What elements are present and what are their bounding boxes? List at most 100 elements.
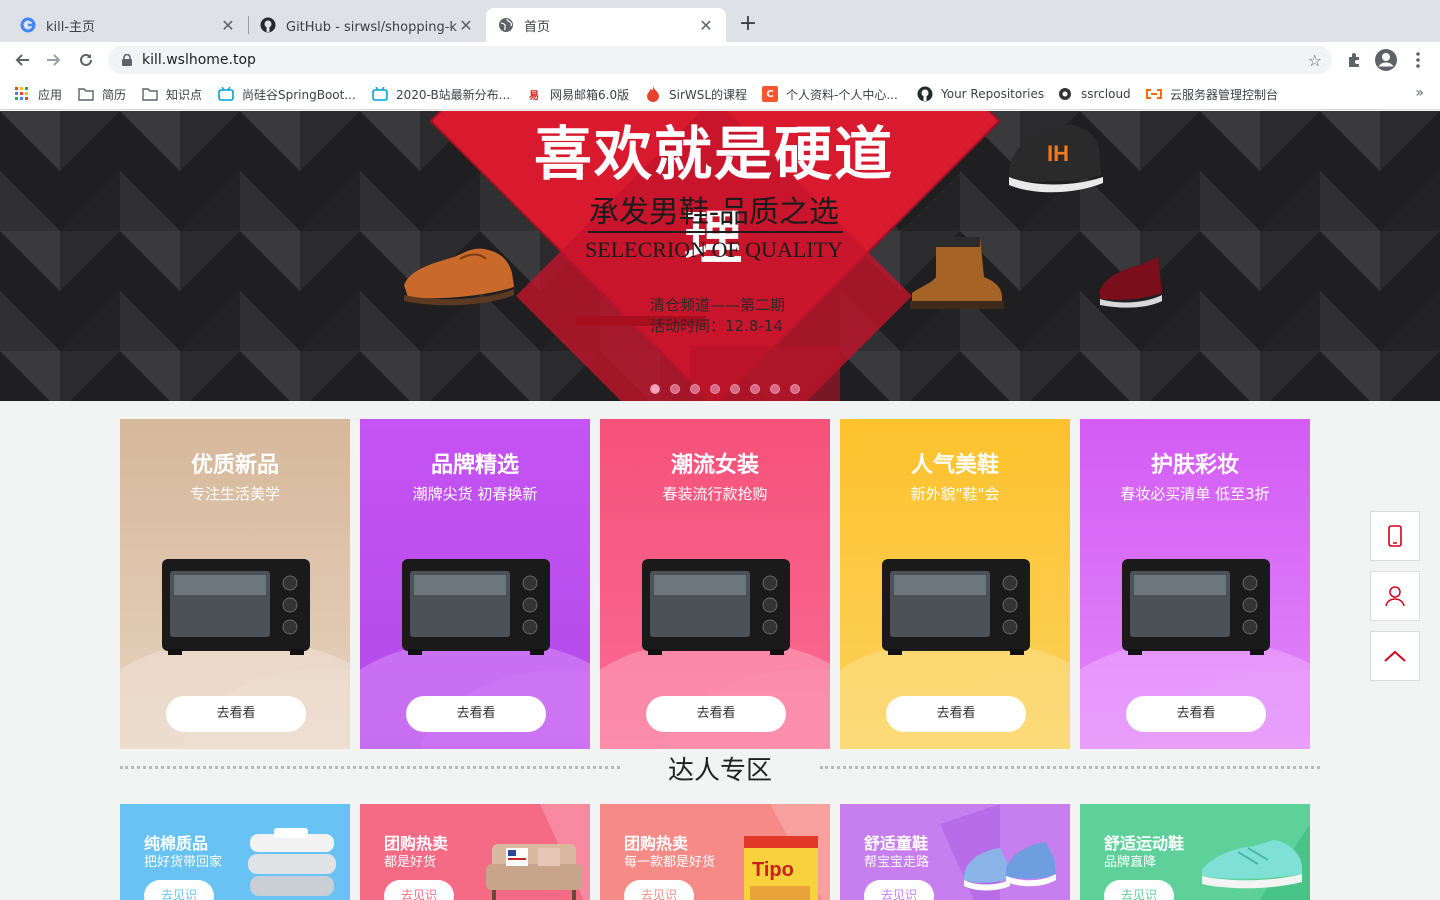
bookmark-csdn-profile[interactable]: C 个人资料-个人中心... [762, 84, 898, 104]
github-icon [917, 86, 933, 102]
category-card-new-products[interactable]: 优质新品 专注生活美学 去看看 [120, 419, 350, 749]
extensions-puzzle-icon[interactable] [1342, 48, 1366, 72]
go-see-button[interactable]: 去看看 [886, 696, 1026, 732]
bookmark-label: 云服务器管理控制台 [1170, 87, 1279, 102]
aliyun-icon [1146, 86, 1162, 102]
bilibili-icon [218, 86, 234, 102]
category-title: 护肤彩妆 [1150, 453, 1239, 478]
tile-group-buy-snacks[interactable]: 团购热卖 每一款都是好货 去见识 Tipo [600, 804, 830, 900]
tile-sports-shoes[interactable]: 舒适运动鞋 品牌直降 去见识 [1080, 804, 1310, 900]
mobile-icon [1388, 525, 1402, 547]
netease-icon: 易 [529, 90, 539, 102]
bookmark-ssrcloud[interactable]: ssrcloud [1057, 84, 1131, 104]
tile-subtitle: 每一款都是好货 [624, 855, 716, 870]
side-back-to-top-button[interactable] [1370, 631, 1420, 681]
towels-image [248, 828, 336, 896]
bookmark-springboot[interactable]: 尚硅谷SpringBoot... [218, 84, 356, 104]
category-card-skincare-makeup[interactable]: 护肤彩妆 春妆必买清单 低至3折 去看看 [1080, 419, 1310, 749]
banner-info-line: 清仓频道——第二期 [650, 296, 786, 314]
bookmarks-overflow-chevron-icon[interactable]: » [1415, 85, 1424, 101]
menu-kebab-icon[interactable] [1406, 48, 1430, 72]
banner-english-subtitle: SELECRION OF QUALITY [585, 237, 843, 262]
toaster-oven-image [402, 559, 550, 655]
tile-kids-shoes[interactable]: 舒适童鞋 帮宝宝走路 去见识 [840, 804, 1070, 900]
bookmark-sirwsl-course[interactable]: SirWSL的课程 [645, 84, 747, 104]
category-card-popular-shoes[interactable]: 人气美鞋 新外貌"鞋"会 去看看 [840, 419, 1070, 749]
bookmark-label: 尚硅谷SpringBoot... [242, 87, 356, 102]
sofa-image [486, 844, 582, 900]
tab-home-active[interactable]: 首页 ✕ [486, 8, 726, 42]
carousel-dot[interactable] [710, 384, 720, 394]
category-card-brand-picks[interactable]: 品牌精选 潮牌尖货 初春换新 去看看 [360, 419, 590, 749]
go-discover-button[interactable]: 去见识 [384, 880, 454, 900]
bookmark-folder-knowledge[interactable]: 知识点 [142, 84, 202, 104]
tab-kill-home[interactable]: kill-主页 ✕ [8, 8, 248, 42]
banner-underline [588, 231, 843, 233]
close-tab-icon[interactable]: ✕ [458, 16, 474, 35]
back-to-top-icon [1384, 650, 1406, 662]
category-subtitle: 春妆必买清单 低至3折 [1120, 485, 1270, 503]
ankle-boot-image [910, 237, 1004, 309]
reload-icon[interactable] [74, 48, 98, 72]
bookmark-star-icon[interactable]: ☆ [1308, 51, 1322, 70]
go-discover-button[interactable]: 去见识 [864, 880, 934, 900]
svg-text:IH: IH [1047, 141, 1069, 166]
go-see-button[interactable]: 去看看 [1126, 696, 1266, 732]
tile-subtitle: 帮宝宝走路 [864, 855, 930, 870]
close-tab-icon[interactable]: ✕ [698, 16, 714, 35]
category-title: 人气美鞋 [910, 453, 999, 478]
bookmark-your-repositories[interactable]: Your Repositories [917, 84, 1044, 104]
carousel-dot[interactable] [750, 384, 760, 394]
carousel-dot[interactable] [790, 384, 800, 394]
google-icon [20, 17, 36, 33]
go-discover-button[interactable]: 去见识 [144, 880, 214, 900]
bookmark-aliyun-console[interactable]: 云服务器管理控制台 [1146, 84, 1278, 104]
side-mobile-button[interactable] [1370, 511, 1420, 561]
flame-icon [645, 86, 661, 102]
carousel-dot[interactable] [650, 384, 660, 394]
category-card-womens-fashion[interactable]: 潮流女装 春装流行款抢购 去看看 [600, 419, 830, 749]
user-icon [1385, 586, 1405, 607]
tab-title: GitHub - sirwsl/shopping-kill: 随 [286, 19, 458, 35]
address-bar[interactable]: kill.wslhome.top ☆ [108, 46, 1332, 74]
github-icon [260, 17, 276, 33]
carousel-dot[interactable] [730, 384, 740, 394]
category-title: 优质新品 [190, 453, 279, 478]
go-discover-button[interactable]: 去见识 [624, 880, 694, 900]
category-subtitle: 春装流行款抢购 [662, 485, 768, 503]
side-user-button[interactable] [1370, 571, 1420, 621]
close-tab-icon[interactable]: ✕ [220, 16, 236, 35]
bookmark-folder-resume[interactable]: 简历 [78, 84, 126, 104]
tab-title: kill-主页 [46, 19, 96, 35]
bookmark-netease-mail[interactable]: 易 网易邮箱6.0版 [526, 84, 629, 104]
go-see-button[interactable]: 去看看 [646, 696, 786, 732]
forward-arrow-icon[interactable] [42, 48, 66, 72]
bookmark-apps[interactable]: 应用 [14, 84, 62, 104]
tab-github[interactable]: GitHub - sirwsl/shopping-kill: 随 ✕ [248, 8, 486, 42]
tile-group-buy-sofa[interactable]: 团购热卖 都是好货 去见识 [360, 804, 590, 900]
toaster-oven-image [882, 559, 1030, 655]
profile-avatar-icon[interactable] [1374, 48, 1398, 72]
go-see-button[interactable]: 去看看 [166, 696, 306, 732]
ssrcloud-icon [1057, 86, 1073, 102]
carousel-dot[interactable] [690, 384, 700, 394]
red-loafer-image [1100, 257, 1162, 308]
go-discover-button[interactable]: 去见识 [1104, 880, 1174, 900]
carousel-dot[interactable] [670, 384, 680, 394]
promo-banner[interactable]: 喜欢就是硬道理 承发男鞋-品质之选 SELECRION OF QUALITY 清… [0, 111, 1440, 401]
bookmark-label: 2020-B站最新分布... [396, 87, 511, 102]
toaster-oven-image [1122, 559, 1270, 655]
back-arrow-icon[interactable] [10, 48, 34, 72]
new-tab-button[interactable]: + [736, 12, 760, 36]
sneaker-shoe-image: IH [1009, 124, 1103, 193]
bookmark-bilibili-2020[interactable]: 2020-B站最新分布... [372, 84, 510, 104]
lock-icon[interactable] [120, 52, 134, 68]
banner-info-line: 活动时间：12.8-14 [650, 317, 783, 335]
category-subtitle: 潮牌尖货 初春换新 [412, 485, 538, 503]
carousel-dot[interactable] [770, 384, 780, 394]
csdn-icon: C [762, 86, 778, 102]
folder-icon [78, 86, 94, 102]
tile-cotton-goods[interactable]: 纯棉质品 把好货带回家 去见识 [120, 804, 350, 900]
go-see-button[interactable]: 去看看 [406, 696, 546, 732]
section-title: 达人专区 [667, 756, 772, 786]
